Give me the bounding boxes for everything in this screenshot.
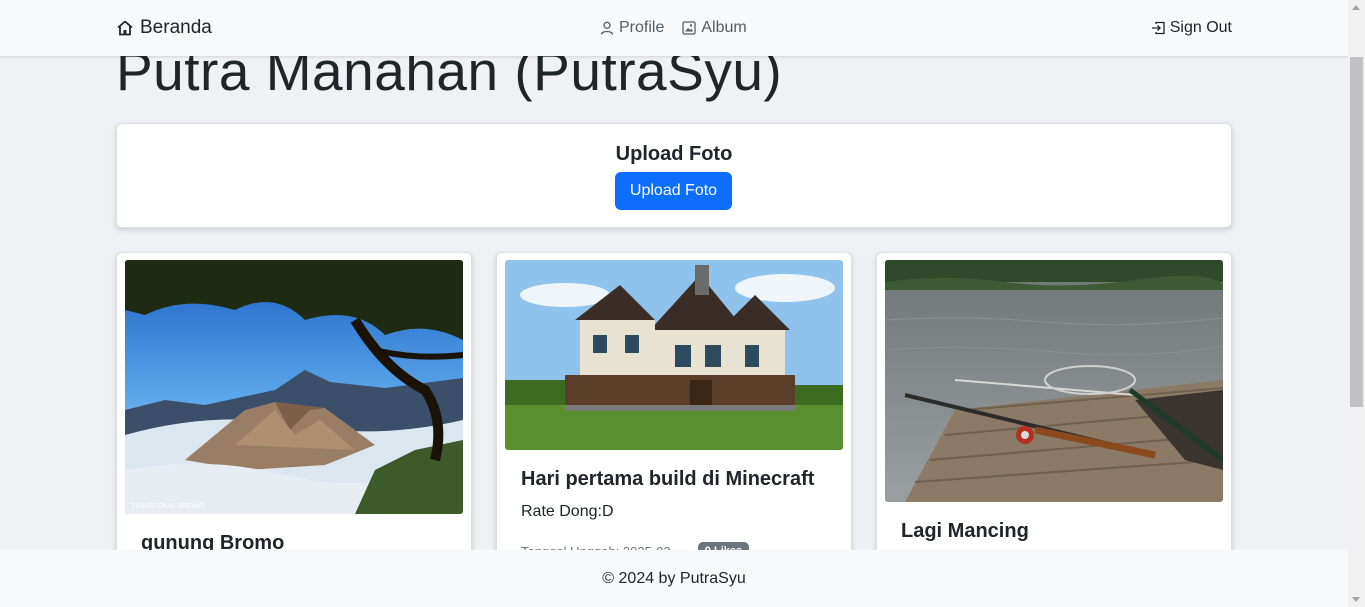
post-card[interactable]: Lagi Mancing xyxy=(876,252,1232,594)
post-image-fishing[interactable] xyxy=(885,260,1223,502)
post-image-minecraft[interactable] xyxy=(505,260,843,450)
scroll-up-arrow-icon[interactable] xyxy=(1352,5,1360,10)
nav-links: Profile Album xyxy=(600,19,747,37)
scroll-down-arrow-icon[interactable] xyxy=(1352,597,1360,602)
nav-profile-label: Profile xyxy=(619,19,665,36)
footer-text: © 2024 by PutraSyu xyxy=(602,570,746,587)
footer: © 2024 by PutraSyu xyxy=(0,550,1348,607)
nav-signout-label: Sign Out xyxy=(1169,19,1232,36)
post-description: Rate Dong:D xyxy=(521,503,614,520)
post-image-bromo[interactable]: TRAVELOKAL BROMO xyxy=(125,260,463,514)
scroll-thumb[interactable] xyxy=(1350,57,1363,407)
upload-photo-button[interactable]: Upload Foto xyxy=(615,172,732,210)
post-card[interactable]: TRAVELOKAL BROMO gunung Bromo xyxy=(116,252,472,594)
fishing-rod-on-pier-image xyxy=(885,260,1223,502)
upload-card: Upload Foto Upload Foto xyxy=(116,123,1232,228)
image-watermark: TRAVELOKAL BROMO xyxy=(131,503,205,510)
upload-title: Upload Foto xyxy=(615,143,733,165)
image-icon xyxy=(682,21,697,35)
nav-profile[interactable]: Profile xyxy=(600,19,664,37)
post-card[interactable]: Hari pertama build di Minecraft Rate Don… xyxy=(496,252,852,594)
navbar: Beranda Profile Album Sign Out xyxy=(0,0,1348,56)
nav-album-label: Album xyxy=(701,19,747,36)
sign-out-icon xyxy=(1151,21,1165,35)
nav-signout[interactable]: Sign Out xyxy=(1151,19,1232,37)
mountain-landscape-image: TRAVELOKAL BROMO xyxy=(125,260,463,514)
nav-brand-label: Beranda xyxy=(140,17,212,38)
post-title: Lagi Mancing xyxy=(901,520,1029,542)
nav-album[interactable]: Album xyxy=(682,19,747,37)
post-title: Hari pertama build di Minecraft xyxy=(521,468,815,490)
person-icon xyxy=(600,21,614,35)
home-icon xyxy=(117,20,133,36)
minecraft-house-image xyxy=(505,260,843,450)
page-scrollbar[interactable] xyxy=(1348,0,1365,607)
nav-brand-home[interactable]: Beranda xyxy=(116,17,212,39)
page: Putra Manahan (PutraSyu) Beranda Profile xyxy=(0,0,1348,607)
